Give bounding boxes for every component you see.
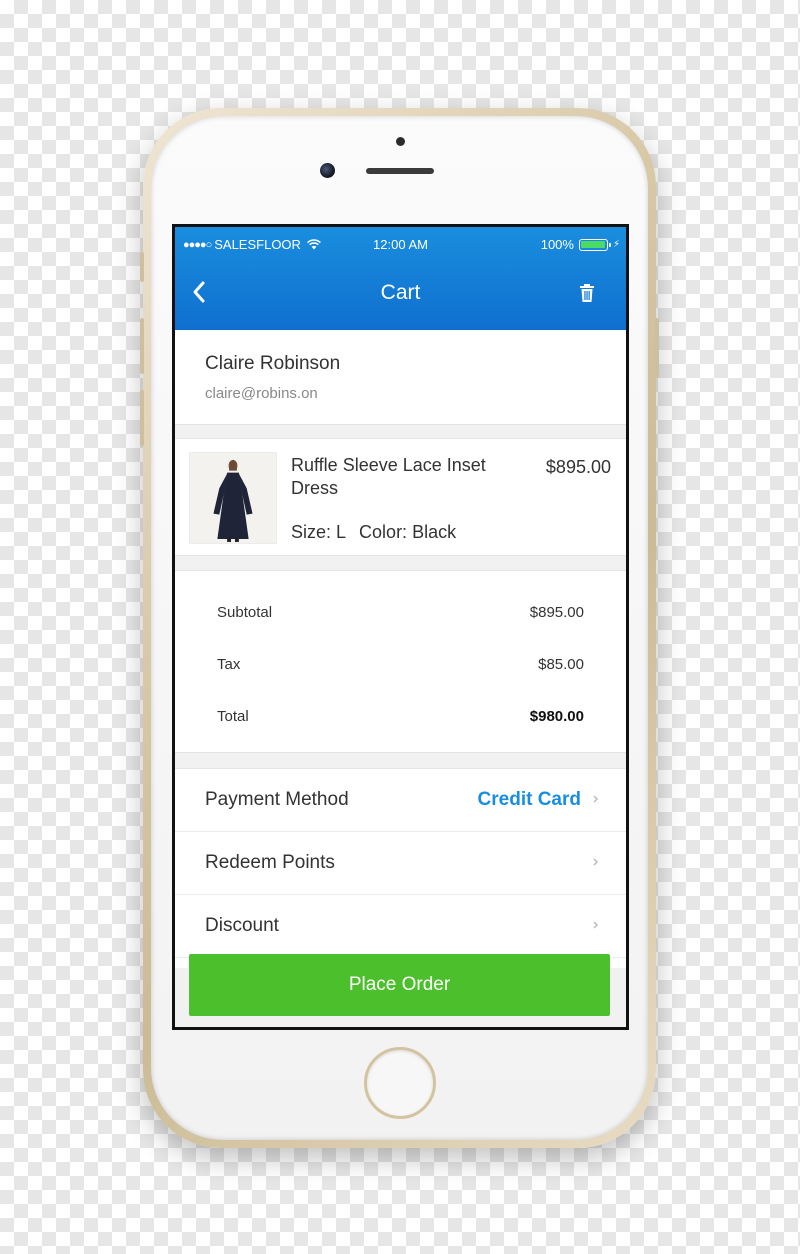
redeem-points-label: Redeem Points [205,852,335,873]
product-color: Color: Black [359,522,457,542]
discount-label: Discount [205,915,279,936]
volume-down-button [140,390,144,446]
checkout-options: Payment Method Credit Card Redeem Points… [175,768,626,968]
product-size: Size: L [291,522,347,542]
total-value: $980.00 [529,708,584,725]
mute-switch [140,252,144,282]
product-price: $895.00 [545,457,611,477]
chevron-right-icon [593,921,599,929]
cart-item[interactable]: Ruffle Sleeve Lace Inset Dress $895.00 S… [175,438,626,556]
tax-label: Tax [217,656,241,673]
app-screen: ●●●●○ SALESFLOOR 12:00 AM 100% ⚡ Cart Cl… [175,227,626,1027]
product-name: Ruffle Sleeve Lace Inset Dress [291,455,486,498]
chevron-right-icon [593,858,599,866]
tax-value: $85.00 [538,656,584,673]
front-camera [320,163,335,178]
payment-method-value: Credit Card [477,789,581,810]
payment-method-label: Payment Method [205,789,349,810]
app-header: ●●●●○ SALESFLOOR 12:00 AM 100% ⚡ Cart [175,227,626,330]
battery-percent: 100% [540,237,574,252]
home-button[interactable] [364,1047,436,1119]
subtotal-label: Subtotal [217,604,273,621]
volume-up-button [140,318,144,374]
redeem-points-row[interactable]: Redeem Points [175,832,626,895]
discount-row[interactable]: Discount [175,895,626,958]
battery-icon [578,238,611,251]
place-order-button[interactable]: Place Order [189,954,610,1016]
charging-icon: ⚡ [612,239,620,250]
phone-screen: ●●●●○ SALESFLOOR 12:00 AM 100% ⚡ Cart Cl… [172,224,629,1030]
customer-email: claire@robins.on [205,385,318,402]
battery-fill [581,241,606,248]
tax-row: Tax $85.00 [217,656,584,673]
nav-bar: Cart [175,271,626,315]
chevron-right-icon [593,795,599,803]
earpiece-speaker [366,168,434,174]
page-title: Cart [380,281,421,304]
subtotal-row: Subtotal $895.00 [217,604,584,621]
total-row: Total $980.00 [217,708,584,725]
power-button [655,318,659,378]
subtotal-value: $895.00 [529,604,584,621]
payment-method-row[interactable]: Payment Method Credit Card [175,769,626,832]
status-bar: ●●●●○ SALESFLOOR 12:00 AM 100% ⚡ [175,237,626,255]
product-image [189,452,277,544]
order-summary: Subtotal $895.00 Tax $85.00 Total $980.0… [175,570,626,753]
customer-name: Claire Robinson [205,353,341,374]
battery-status: 100% ⚡ [541,237,620,252]
total-label: Total [217,708,249,725]
customer-card[interactable]: Claire Robinson claire@robins.on [175,330,626,425]
product-attributes: Size: L Color: Black [291,522,464,543]
proximity-sensor [396,137,405,146]
trash-icon[interactable] [578,283,596,303]
